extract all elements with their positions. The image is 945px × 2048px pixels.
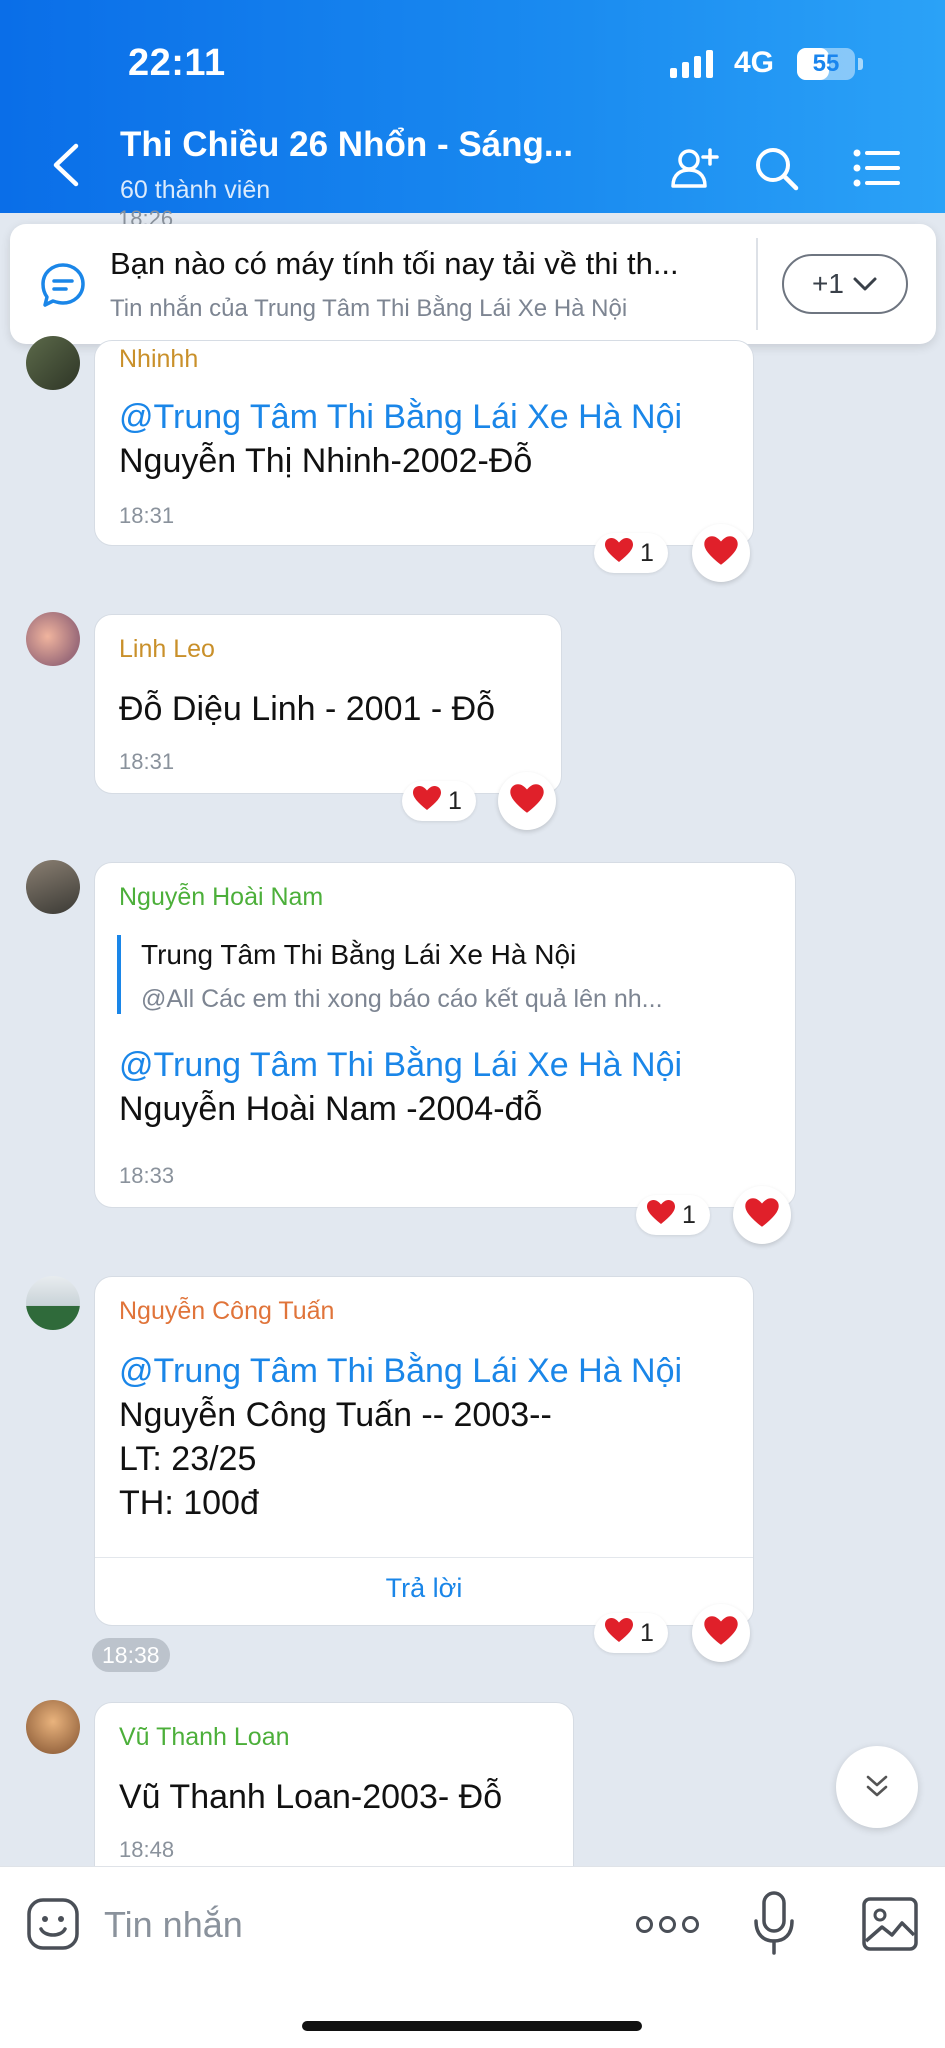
battery-percent: 55 [812,50,840,77]
pinned-source: Tin nhắn của Trung Tâm Thi Bằng Lái Xe H… [110,295,628,322]
divider [95,1557,753,1558]
message-time: 18:33 [119,1163,175,1188]
message-bubble[interactable]: Nguyễn Hoài Nam Trung Tâm Thi Bằng Lái X… [94,862,796,1208]
mention-link[interactable]: @Trung Tâm Thi Bằng Lái Xe Hà Nội [119,395,682,439]
reaction-count: 1 [448,786,462,815]
more-options-icon[interactable] [636,1907,700,1941]
image-icon[interactable] [860,1895,920,1953]
mention-link[interactable]: @Trung Tâm Thi Bằng Lái Xe Hà Nội [119,1349,682,1393]
message-text: Nguyễn Công Tuấn -- 2003-- [119,1396,552,1434]
double-chevron-down-icon [866,1775,888,1797]
reaction-count: 1 [640,1618,654,1647]
message-time: 18:38 [92,1638,170,1672]
sender-name[interactable]: Vũ Thanh Loan [119,1723,290,1752]
member-count[interactable]: 60 thành viên [120,176,270,205]
sender-name[interactable]: Nguyễn Công Tuấn [119,1297,334,1326]
pinned-more-label: +1 [812,268,844,299]
react-button[interactable] [692,524,750,582]
message-text: Vũ Thanh Loan-2003- Đỗ [119,1778,503,1816]
message-text: TH: 100đ [119,1484,259,1522]
mention-link[interactable]: @Trung Tâm Thi Bằng Lái Xe Hà Nội [119,1043,682,1087]
heart-icon [646,1199,676,1232]
sender-name[interactable]: Linh Leo [119,635,215,664]
message-time: 18:31 [119,749,175,774]
pinned-message[interactable]: Bạn nào có máy tính tối nay tải về thi t… [10,224,936,344]
network-type: 4G [734,46,775,79]
avatar[interactable] [26,1700,80,1754]
message-text: Nguyễn Thị Nhinh-2002-Đỗ [119,442,533,480]
message-bubble-icon [41,263,85,307]
heart-icon [604,1617,634,1650]
reaction-count: 1 [682,1200,696,1229]
reaction-summary[interactable]: 1 [402,781,476,821]
reaction-summary[interactable]: 1 [594,533,668,573]
battery-tip [858,58,863,70]
avatar[interactable] [26,612,80,666]
add-member-icon[interactable] [667,140,723,196]
sender-name[interactable]: Nhinhh [119,345,198,374]
quote-author: Trung Tâm Thi Bằng Lái Xe Hà Nội [141,939,577,970]
chat-header: 22:11 4G 55 Thi Chiều 26 Nhổn - Sáng... … [0,0,945,213]
signal-icon [670,50,713,78]
status-bar: 22:11 4G 55 [0,0,945,120]
sticker-icon[interactable] [26,1897,80,1951]
microphone-icon[interactable] [752,1889,796,1959]
status-time: 22:11 [128,42,226,84]
battery-icon: 55 [797,48,855,80]
sender-name[interactable]: Nguyễn Hoài Nam [119,883,323,912]
pinned-text: Bạn nào có máy tính tối nay tải về thi t… [110,246,679,281]
chat-title[interactable]: Thi Chiều 26 Nhổn - Sáng... [120,125,640,165]
message-bubble[interactable]: Linh Leo Đỗ Diệu Linh - 2001 - Đỗ 18:31 [94,614,562,794]
message-text: Đỗ Diệu Linh - 2001 - Đỗ [119,690,496,728]
message-time: 18:48 [119,1837,175,1862]
react-button[interactable] [692,1604,750,1662]
react-button[interactable] [498,772,556,830]
heart-icon [509,783,545,819]
message-input[interactable]: Tin nhắn [104,1895,604,1955]
heart-icon [744,1197,780,1233]
scroll-to-bottom-button[interactable] [836,1746,918,1828]
back-icon[interactable] [46,140,86,190]
message-bubble[interactable]: Nguyễn Công Tuấn @Trung Tâm Thi Bằng Lái… [94,1276,754,1626]
heart-icon [412,785,442,818]
quoted-message[interactable]: Trung Tâm Thi Bằng Lái Xe Hà Nội @All Cá… [117,935,757,1014]
pinned-more-button[interactable]: +1 [782,254,908,314]
menu-icon[interactable] [848,140,904,196]
heart-icon [703,535,739,571]
chevron-down-icon [853,277,877,291]
composer-bar: Tin nhắn [0,1866,945,2048]
react-button[interactable] [733,1186,791,1244]
reaction-summary[interactable]: 1 [594,1613,668,1653]
search-icon[interactable] [748,140,804,196]
reply-button[interactable]: Trả lời [95,1573,753,1604]
avatar[interactable] [26,860,80,914]
quote-text: @All Các em thi xong báo cáo kết quả lên… [141,985,663,1013]
message-text: LT: 23/25 [119,1440,257,1478]
heart-icon [604,537,634,570]
home-indicator [302,2021,642,2031]
avatar[interactable] [26,336,80,390]
message-bubble[interactable]: Nhinhh @Trung Tâm Thi Bằng Lái Xe Hà Nội… [94,340,754,546]
reaction-count: 1 [640,538,654,567]
message-time: 18:31 [119,503,175,528]
avatar[interactable] [26,1276,80,1330]
reaction-summary[interactable]: 1 [636,1195,710,1235]
message-text: Nguyễn Hoài Nam -2004-đỗ [119,1090,543,1128]
divider [756,238,758,330]
heart-icon [703,1615,739,1651]
